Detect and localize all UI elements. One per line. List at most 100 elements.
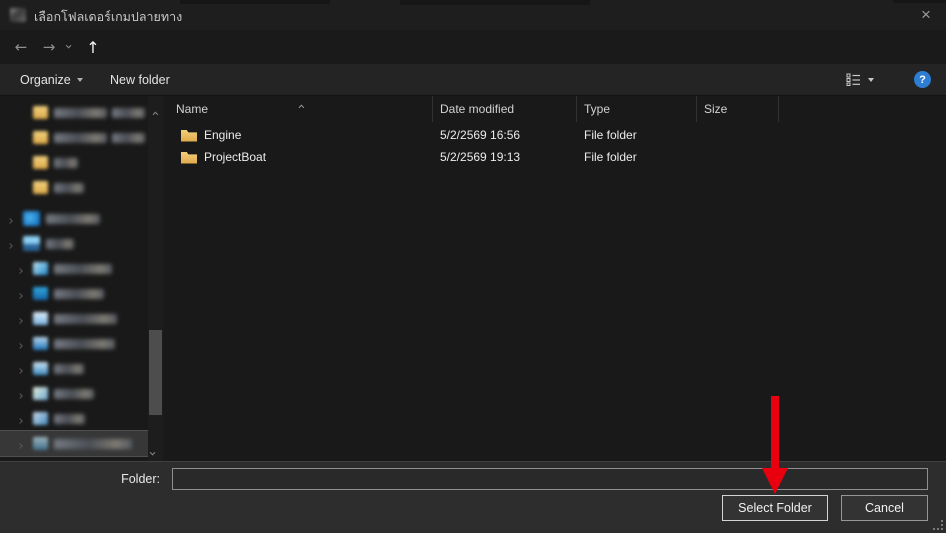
- expander-chevron-icon[interactable]: [18, 335, 22, 353]
- annotation-arrow-head: [762, 468, 788, 494]
- folder-icon: [181, 151, 197, 164]
- help-icon: ?: [919, 74, 926, 86]
- sidebar-item-label-redacted: [46, 239, 74, 249]
- app-icon: [10, 8, 26, 22]
- sidebar-item-label-redacted: [54, 289, 104, 299]
- column-header-type[interactable]: Type: [577, 96, 697, 122]
- sidebar-item-label-redacted: [54, 364, 84, 374]
- sidebar-item-label-redacted: [54, 339, 115, 349]
- sidebar-item[interactable]: [0, 431, 148, 456]
- sidebar-item[interactable]: [0, 206, 163, 231]
- sidebar-item[interactable]: [0, 406, 163, 431]
- sidebar-item-label-redacted: [54, 389, 94, 399]
- desktop-icon: [33, 287, 48, 300]
- column-header-date-modified[interactable]: Date modified: [433, 96, 577, 122]
- select-folder-button[interactable]: Select Folder: [722, 495, 828, 521]
- folder-icon: [33, 131, 48, 144]
- file-name: ProjectBoat: [204, 150, 266, 164]
- column-header-label: Size: [704, 102, 727, 116]
- file-type-cell: File folder: [577, 150, 697, 164]
- sidebar-item[interactable]: [0, 331, 163, 356]
- folder-icon: [33, 106, 48, 119]
- sidebar-scrollbar[interactable]: [148, 96, 163, 461]
- file-name: Engine: [204, 128, 241, 142]
- column-header-size[interactable]: Size: [697, 96, 779, 122]
- local-disk-icon: [33, 437, 48, 450]
- content-area: Name Date modified Type Size Engine 5/2/2569…: [0, 96, 946, 461]
- help-button[interactable]: ?: [914, 71, 931, 88]
- scrollbar-thumb[interactable]: [149, 330, 162, 415]
- expander-chevron-icon[interactable]: [18, 435, 22, 453]
- folder-icon: [33, 181, 48, 194]
- sidebar-item-label-redacted: [54, 158, 78, 168]
- back-icon[interactable]: ←: [10, 30, 32, 64]
- expander-chevron-icon[interactable]: [18, 285, 22, 303]
- sidebar-item[interactable]: [0, 306, 163, 331]
- column-header-label: Date modified: [440, 102, 514, 116]
- sidebar-item-label-redacted: [54, 414, 85, 424]
- forward-icon[interactable]: →: [38, 30, 60, 64]
- details-view-icon: [846, 73, 862, 86]
- expander-chevron-icon[interactable]: [18, 260, 22, 278]
- pictures-icon: [33, 387, 48, 400]
- scroll-up-icon[interactable]: [152, 102, 156, 120]
- new-folder-label: New folder: [110, 73, 170, 87]
- file-type-cell: File folder: [577, 128, 697, 142]
- file-row[interactable]: Engine 5/2/2569 16:56File folder: [163, 124, 946, 146]
- sidebar-item-label-redacted: [54, 183, 84, 193]
- sidebar-item-label-redacted: [46, 214, 100, 224]
- onedrive-cloud-icon: [23, 211, 40, 226]
- 3d-objects-icon: [33, 262, 48, 275]
- folder-icon: [33, 156, 48, 169]
- resize-grip[interactable]: [933, 520, 943, 530]
- file-list: Name Date modified Type Size Engine 5/2/2569…: [163, 96, 946, 461]
- view-caret-icon: [868, 78, 874, 82]
- sidebar-item-label-redacted: [112, 133, 145, 143]
- new-folder-button[interactable]: New folder: [110, 64, 170, 95]
- sidebar-item[interactable]: [0, 150, 163, 175]
- background-window-artifact: [180, 0, 330, 4]
- sort-ascending-icon: [298, 97, 302, 111]
- footer: Folder: Select Folder Cancel: [0, 461, 946, 533]
- file-name-cell: ProjectBoat: [163, 150, 433, 164]
- expander-chevron-icon[interactable]: [18, 410, 22, 428]
- folder-label: Folder:: [0, 472, 160, 486]
- expander-chevron-icon[interactable]: [8, 235, 12, 253]
- sidebar-item[interactable]: [0, 256, 163, 281]
- expander-chevron-icon[interactable]: [18, 310, 22, 328]
- column-headers: Name Date modified Type Size: [163, 96, 946, 122]
- file-name-cell: Engine: [163, 128, 433, 142]
- expander-chevron-icon[interactable]: [18, 385, 22, 403]
- folder-name-input[interactable]: [172, 468, 928, 490]
- column-header-name[interactable]: Name: [163, 96, 433, 122]
- sidebar-item-label-redacted: [54, 108, 107, 118]
- history-chevron-down-icon[interactable]: [62, 30, 78, 64]
- file-row[interactable]: ProjectBoat5/2/2569 19:13File folder: [163, 146, 946, 168]
- cancel-button[interactable]: Cancel: [841, 495, 928, 521]
- sidebar-item[interactable]: [0, 356, 163, 381]
- file-rows: Engine5/2/2569 16:56File folderProjectBo…: [163, 124, 946, 168]
- file-date-cell: 5/2/2569 16:56: [433, 128, 577, 142]
- expander-chevron-icon[interactable]: [8, 210, 12, 228]
- navigation-bar: ← → ↑ ››››› ↻ Search UMIGARI ウミガリ: [0, 30, 946, 64]
- organize-button[interactable]: Organize: [20, 64, 83, 95]
- sidebar-item[interactable]: [0, 125, 163, 150]
- expander-chevron-icon[interactable]: [18, 360, 22, 378]
- sidebar-item[interactable]: [0, 231, 163, 256]
- this-pc-icon: [23, 236, 40, 251]
- sidebar-item-label-redacted: [54, 133, 107, 143]
- sidebar-item[interactable]: [0, 100, 163, 125]
- column-header-label: Type: [584, 102, 610, 116]
- folder-icon: [181, 129, 197, 142]
- close-button[interactable]: ×: [912, 3, 940, 27]
- sidebar-item[interactable]: [0, 175, 163, 200]
- up-icon[interactable]: ↑: [82, 30, 104, 64]
- sidebar-item[interactable]: [0, 381, 163, 406]
- sidebar-item[interactable]: [0, 281, 163, 306]
- background-window-artifact: [400, 0, 590, 5]
- scroll-down-icon[interactable]: [152, 443, 156, 461]
- organize-label: Organize: [20, 73, 71, 87]
- dialog-title: เลือกโฟลเดอร์เกมปลายทาง: [34, 7, 182, 27]
- change-view-button[interactable]: [846, 64, 874, 95]
- sidebar-item-label-redacted: [54, 264, 112, 274]
